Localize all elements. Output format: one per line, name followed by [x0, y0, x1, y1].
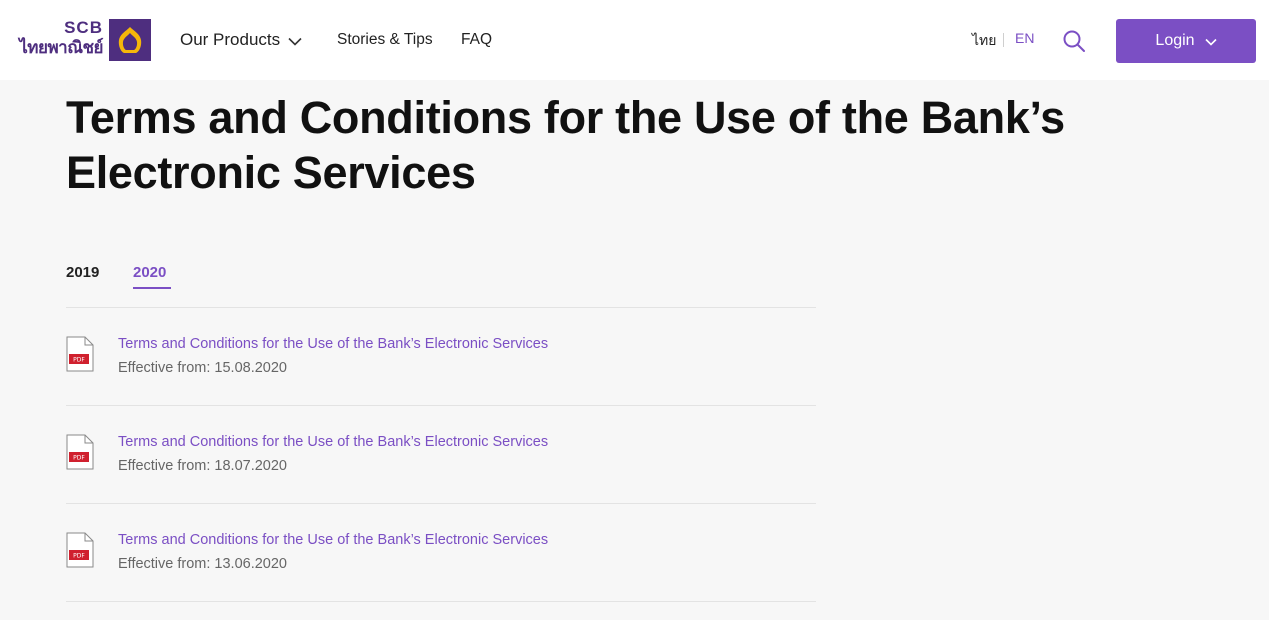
chevron-down-icon — [288, 37, 302, 46]
login-button[interactable]: Login — [1116, 19, 1256, 63]
tab-2020[interactable]: 2020 — [133, 264, 166, 281]
logo-wordmark: SCB ไทยพาณิชย์ — [19, 19, 103, 56]
scb-emblem-icon — [109, 19, 151, 61]
language-divider — [1003, 33, 1004, 47]
document-title-link[interactable]: Terms and Conditions for the Use of the … — [118, 532, 548, 548]
scb-logo[interactable]: SCB ไทยพาณิชย์ — [16, 19, 151, 61]
document-item[interactable]: PDF Terms and Conditions for the Use of … — [66, 336, 816, 396]
logo-name-th: ไทยพาณิชย์ — [19, 38, 103, 57]
list-divider — [66, 503, 816, 504]
logo-name-en: SCB — [64, 18, 103, 37]
document-effective-date: Effective from: 13.06.2020 — [118, 556, 288, 572]
search-icon[interactable] — [1062, 29, 1086, 53]
site-header: SCB ไทยพาณิชย์ Our Products Stories & Ti… — [0, 0, 1269, 80]
login-button-label: Login — [1155, 32, 1195, 49]
pdf-file-icon: PDF — [66, 434, 94, 470]
nav-our-products-label: Our Products — [180, 30, 281, 49]
nav-our-products[interactable]: Our Products — [180, 0, 302, 80]
language-thai[interactable]: ไทย — [972, 30, 996, 52]
nav-stories-tips[interactable]: Stories & Tips — [337, 0, 433, 80]
pdf-icon-label: PDF — [73, 455, 85, 462]
page-title: Terms and Conditions for the Use of the … — [66, 92, 1065, 198]
document-item[interactable]: PDF Terms and Conditions for the Use of … — [66, 532, 816, 592]
list-divider — [66, 405, 816, 406]
tab-2019[interactable]: 2019 — [66, 264, 99, 281]
list-divider — [66, 307, 816, 308]
document-item[interactable]: PDF Terms and Conditions for the Use of … — [66, 434, 816, 494]
language-english[interactable]: EN — [1015, 30, 1034, 46]
pdf-icon-label: PDF — [73, 553, 85, 560]
document-effective-date: Effective from: 15.08.2020 — [118, 360, 288, 376]
document-title-link[interactable]: Terms and Conditions for the Use of the … — [118, 434, 548, 450]
document-title-link[interactable]: Terms and Conditions for the Use of the … — [118, 336, 548, 352]
nav-faq[interactable]: FAQ — [461, 0, 492, 80]
pdf-file-icon: PDF — [66, 336, 94, 372]
document-effective-date: Effective from: 18.07.2020 — [118, 458, 288, 474]
pdf-file-icon: PDF — [66, 532, 94, 568]
list-divider — [66, 601, 816, 602]
active-tab-indicator — [133, 287, 171, 289]
pdf-icon-label: PDF — [73, 357, 85, 364]
chevron-down-icon — [1205, 38, 1217, 46]
